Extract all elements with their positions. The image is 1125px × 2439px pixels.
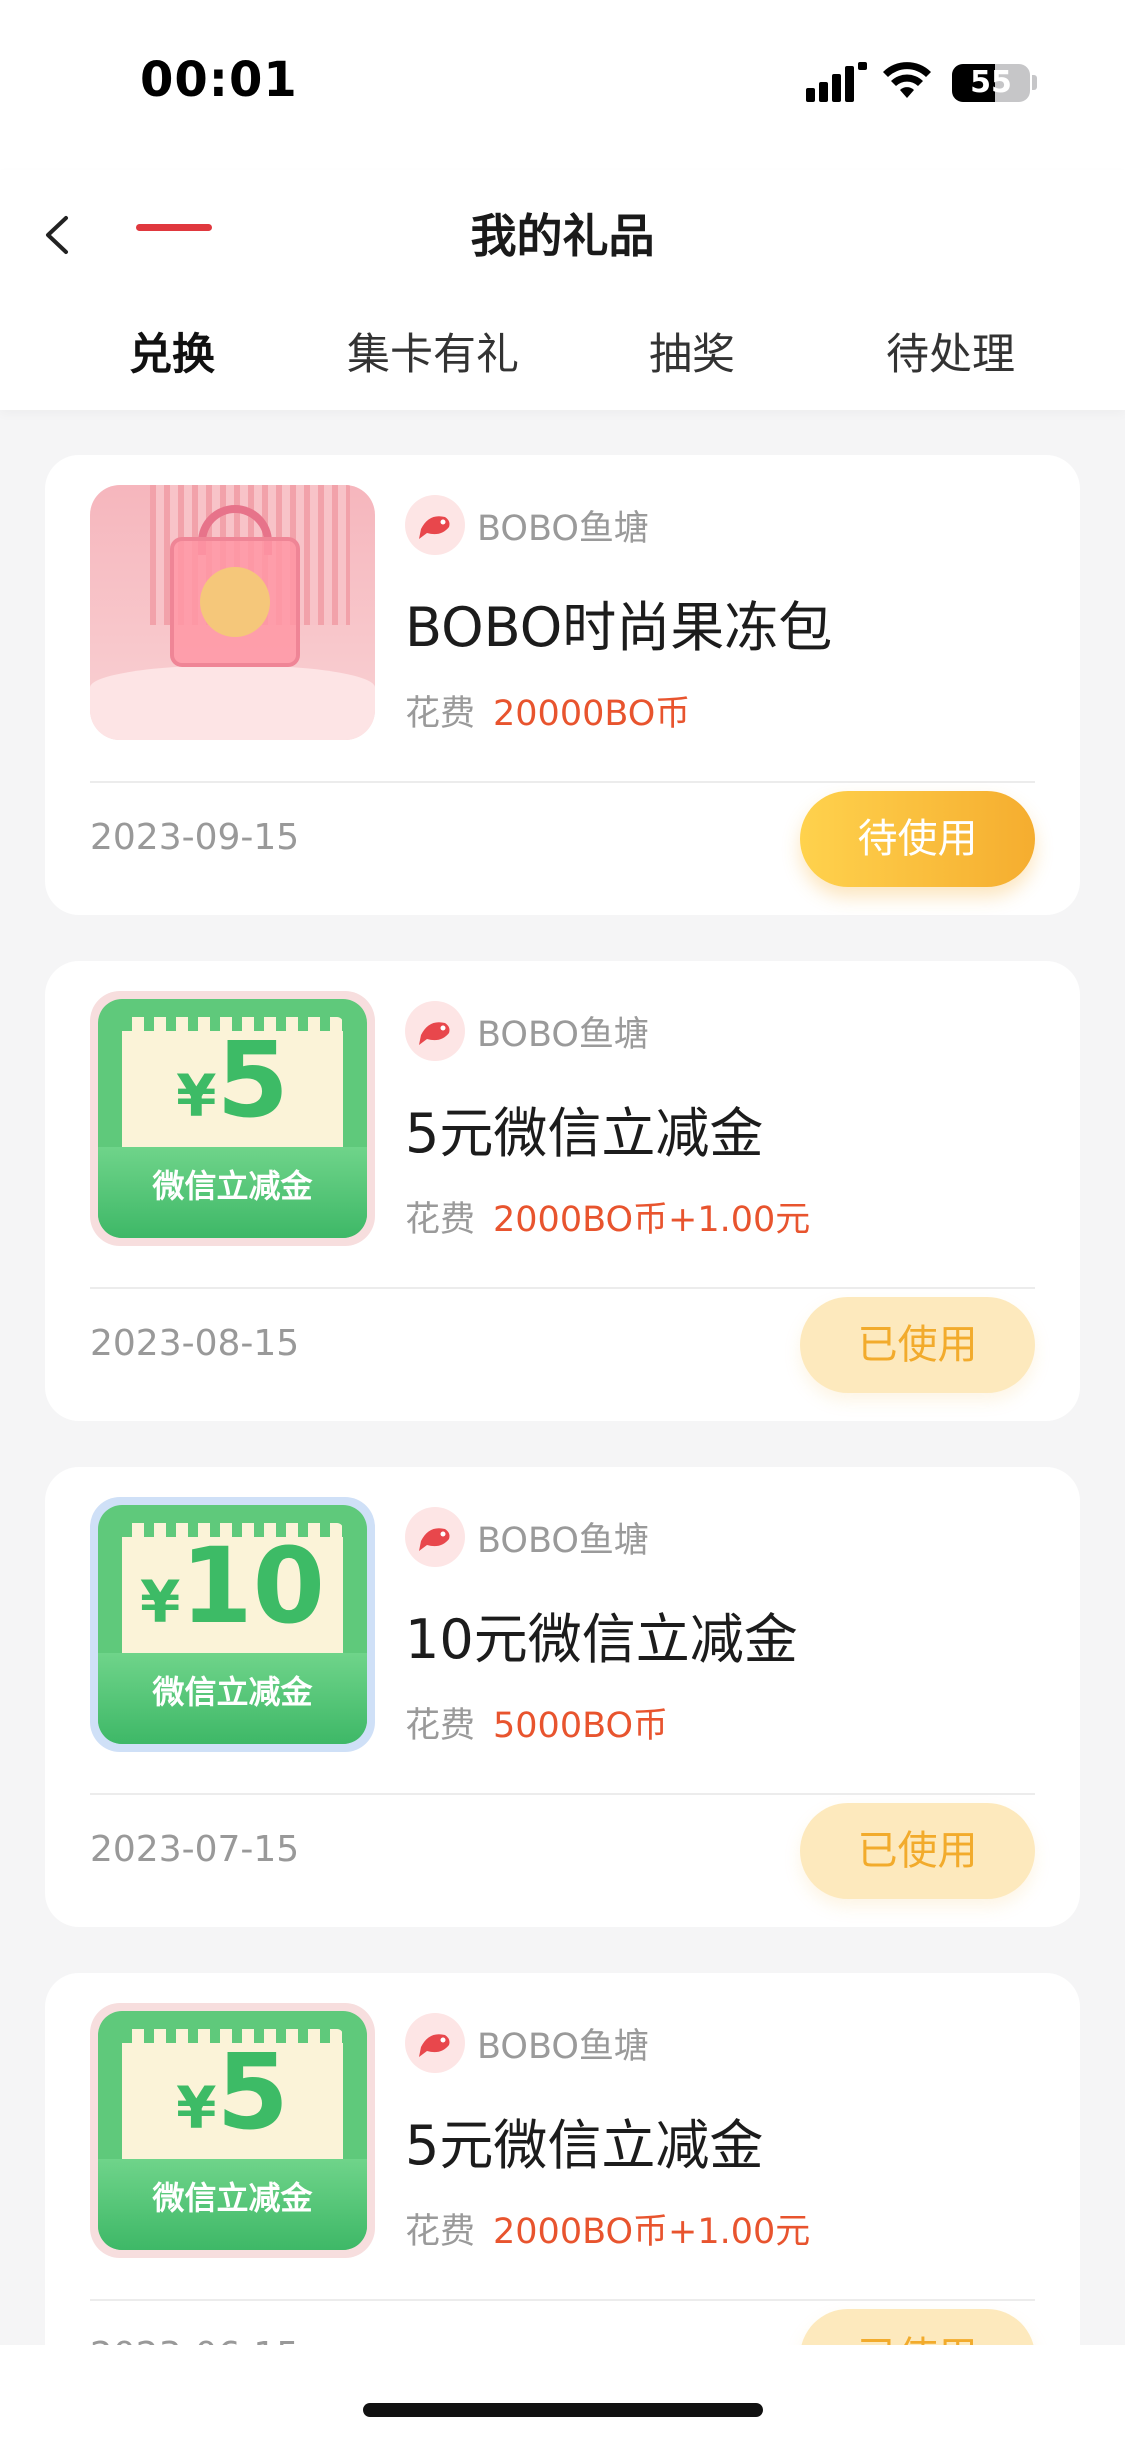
battery-level: 55 [970,65,1012,100]
voucher-label: 微信立减金 [152,2179,313,2217]
cellular-signal-icon [806,62,867,102]
gift-cost: 花费 2000BO币+1.00元 [405,2203,810,2254]
divider [90,781,1035,783]
store-name: BOBO鱼塘 [477,2026,649,2067]
fish-icon [405,1507,465,1567]
status-time: 00:01 [140,52,298,108]
gift-card[interactable]: ¥5 微信立减金 BOBO鱼塘 5元微信立减金 花费 2000BO币+1.00元 … [45,1973,1080,2345]
divider [90,1793,1035,1795]
gift-name: 10元微信立减金 [405,1608,798,1671]
cost-value: 5000BO币 [493,1706,669,1746]
gift-date: 2023-07-15 [90,1829,300,1870]
cost-label: 花费 [405,1706,476,1746]
voucher-label: 微信立减金 [152,1673,313,1711]
gift-name: 5元微信立减金 [405,1102,764,1165]
gift-image-voucher: ¥5 微信立减金 [90,991,375,1246]
tab-lottery[interactable]: 抽奖 [649,320,735,382]
store-info: BOBO鱼塘 [405,1507,649,1567]
status-bar: 00:01 55 [0,0,1125,170]
store-name: BOBO鱼塘 [477,508,649,549]
store-info: BOBO鱼塘 [405,2013,649,2073]
tab-bar: 兑换 集卡有礼 抽奖 待处理 [0,320,1125,410]
divider [90,2299,1035,2301]
tab-pending[interactable]: 待处理 [886,320,1015,382]
used-status-button[interactable]: 已使用 [800,1803,1035,1899]
gift-cost: 花费 2000BO币+1.00元 [405,1191,810,1242]
used-status-button[interactable]: 已使用 [800,2309,1035,2345]
home-indicator-area [0,2345,1125,2439]
store-name: BOBO鱼塘 [477,1014,649,1055]
battery-icon: 55 [952,64,1030,102]
gift-list: BOBO鱼塘 BOBO时尚果冻包 花费 20000BO币 2023-09-15 待… [45,455,1080,2345]
fish-icon [405,1001,465,1061]
page-title: 我的礼品 [470,209,655,263]
voucher-amount: ¥5 [176,2031,289,2153]
gift-date: 2023-06-15 [90,2335,299,2345]
gift-date: 2023-08-15 [90,1323,300,1364]
store-info: BOBO鱼塘 [405,495,649,555]
gift-date: 2023-09-15 [90,817,300,858]
divider [90,1287,1035,1289]
voucher-amount: ¥5 [176,1019,289,1141]
gift-card[interactable]: ¥5 微信立减金 BOBO鱼塘 5元微信立减金 花费 2000BO币+1.00元 … [45,961,1080,1421]
cost-value: 20000BO币 [493,694,691,734]
home-indicator[interactable] [363,2403,763,2417]
fish-icon [405,2013,465,2073]
cost-label: 花费 [405,1200,476,1240]
gift-cost: 花费 5000BO币 [405,1697,668,1748]
cost-label: 花费 [405,2212,476,2252]
cost-label: 花费 [405,694,476,734]
tab-card-collection[interactable]: 集卡有礼 [347,320,519,382]
wifi-icon [883,62,931,98]
gift-image-bag [90,485,375,740]
active-tab-indicator [136,224,212,231]
gift-cost: 花费 20000BO币 [405,685,690,736]
battery-tip [1032,75,1037,90]
gift-name: BOBO时尚果冻包 [405,596,833,659]
voucher-amount: ¥10 [139,1525,326,1647]
gift-name: 5元微信立减金 [405,2114,764,2177]
nav-header: 我的礼品 兑换 集卡有礼 抽奖 待处理 [0,170,1125,410]
cost-value: 2000BO币+1.00元 [493,2212,811,2252]
cost-value: 2000BO币+1.00元 [493,1200,811,1240]
used-status-button[interactable]: 已使用 [800,1297,1035,1393]
gift-card[interactable]: BOBO鱼塘 BOBO时尚果冻包 花费 20000BO币 2023-09-15 待… [45,455,1080,915]
gift-card[interactable]: ¥10 微信立减金 BOBO鱼塘 10元微信立减金 花费 5000BO币 2023… [45,1467,1080,1927]
store-name: BOBO鱼塘 [477,1520,649,1561]
voucher-label: 微信立减金 [152,1167,313,1205]
gift-image-voucher: ¥5 微信立减金 [90,2003,375,2258]
store-info: BOBO鱼塘 [405,1001,649,1061]
use-gift-button[interactable]: 待使用 [800,791,1035,887]
gift-image-voucher: ¥10 微信立减金 [90,1497,375,1752]
tab-exchange[interactable]: 兑换 [129,320,215,382]
fish-icon [405,495,465,555]
